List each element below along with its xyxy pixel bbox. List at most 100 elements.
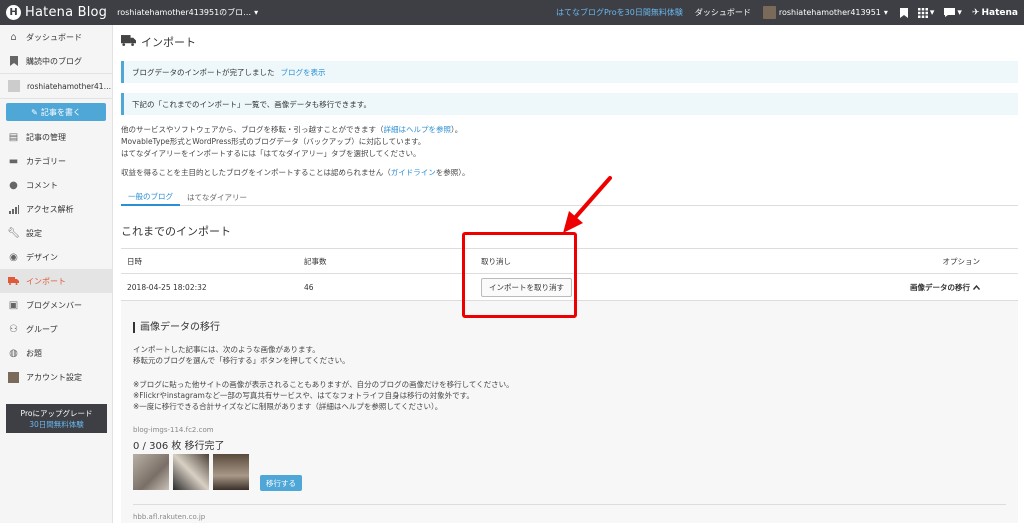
- sidebar-item-dashboard[interactable]: ⌂ ダッシュボード: [0, 25, 112, 49]
- hatena-blog-logo[interactable]: H Hatena Blog: [6, 5, 107, 20]
- revenue-text: 収益を得ることを主目的としたブログをインポートすることは認められません（: [121, 168, 391, 177]
- hatena-label: Hatena: [981, 7, 1019, 18]
- migration-note: ※ブログに貼った他サイトの画像が表示されることもありますが、自分のブログの画像だ…: [133, 380, 514, 389]
- migrate-button[interactable]: 移行する: [260, 475, 302, 491]
- sidebar-blog-selector[interactable]: roshiatehamother41…: [0, 73, 112, 99]
- chevron-up-icon: [972, 283, 981, 292]
- dashboard-link[interactable]: ダッシュボード: [695, 7, 751, 18]
- write-article-label: 記事を書く: [40, 107, 81, 117]
- pro-upgrade-button[interactable]: Proにアップグレード 30日間無料体験: [6, 404, 107, 433]
- sidebar: ⌂ ダッシュボード 購読中のブログ roshiatehamother41… ✎ …: [0, 25, 113, 523]
- sidebar-item-label: アクセス解析: [26, 204, 74, 214]
- sidebar-item-label: 購読中のブログ: [26, 56, 82, 66]
- migration-note: ※Flickrやinstagramなど一部の写真共有サービスや、はてなフォトライ…: [133, 391, 474, 400]
- sidebar-item-import[interactable]: インポート: [0, 269, 112, 293]
- image-migration-label: 画像データの移行: [910, 282, 970, 292]
- user-name: roshiatehamother413951: [778, 8, 881, 17]
- hatena-bird-icon: ✈: [971, 7, 980, 18]
- sidebar-item-label: インポート: [26, 276, 66, 286]
- migration-desc: 移転元のブログを選んで「移行する」ボタンを押してください。: [133, 356, 350, 365]
- upgrade-title: Proにアップグレード: [20, 409, 93, 418]
- notice-text: ブログデータのインポートが完了しました: [132, 67, 275, 77]
- sidebar-item-label: 設定: [26, 228, 42, 238]
- sidebar-item-label: カテゴリー: [26, 156, 66, 166]
- intro-line: はてなダイアリーをインポートするには「はてなダイアリー」タブを選択してください。: [121, 149, 421, 158]
- sidebar-item-label: デザイン: [26, 252, 58, 262]
- bookmark-icon: [8, 56, 19, 67]
- sidebar-item-comment[interactable]: ● コメント: [0, 173, 112, 197]
- header-option: オプション: [942, 256, 981, 266]
- sidebar-item-subscriptions[interactable]: 購読中のブログ: [0, 49, 112, 73]
- image-migration-notice: 下記の「これまでのインポート」一覧で、画像データも移行できます。: [121, 93, 1018, 115]
- user-menu[interactable]: roshiatehamother413951 ▾: [762, 6, 888, 19]
- tab-hatena-diary[interactable]: はてなダイアリー: [180, 188, 254, 206]
- image-migration-panel: 画像データの移行 インポートした記事には、次のような画像があります。 移転元のブ…: [121, 301, 1018, 523]
- image-thumbnail: [213, 454, 249, 490]
- sidebar-item-label: 記事の管理: [26, 132, 66, 142]
- header-count: 記事数: [304, 256, 327, 266]
- sidebar-item-label: ダッシュボード: [26, 32, 82, 42]
- row-count: 46: [304, 282, 314, 292]
- sidebar-item-label: お題: [26, 348, 42, 358]
- chart-icon: [8, 204, 19, 215]
- page-title: インポート: [121, 34, 196, 50]
- folder-icon: ▬: [8, 155, 19, 167]
- sidebar-item-label: アカウント設定: [26, 372, 82, 382]
- import-complete-notice: ブログデータのインポートが完了しました ブログを表示: [121, 61, 1018, 83]
- account-icon: [8, 371, 19, 383]
- row-date: 2018-04-25 18:02:32: [127, 282, 207, 292]
- comment-icon: ●: [9, 179, 18, 191]
- caret-down-icon: ▾: [254, 8, 259, 17]
- notice-text: 下記の「これまでのインポート」一覧で、画像データも移行できます。: [132, 99, 371, 109]
- sidebar-item-topic[interactable]: ◍ お題: [0, 341, 112, 365]
- document-icon: ▤: [8, 131, 19, 143]
- section-title: これまでのインポート: [121, 225, 231, 238]
- intro-line-end: ）。: [451, 125, 463, 134]
- guideline-link[interactable]: ガイドライン: [391, 168, 436, 177]
- revenue-text-end: を参照）。: [435, 168, 470, 177]
- sidebar-item-analytics[interactable]: アクセス解析: [0, 197, 112, 221]
- write-article-button[interactable]: ✎ 記事を書く: [6, 103, 106, 121]
- top-bar: H Hatena Blog roshiatehamother413951のブロ……: [0, 0, 1024, 25]
- sidebar-item-label: グループ: [26, 324, 58, 334]
- image-source-host: blog-imgs-114.fc2.com: [133, 426, 214, 434]
- notification-icon[interactable]: ▾: [944, 8, 962, 18]
- avatar: [762, 6, 776, 19]
- main-content: インポート ブログデータのインポートが完了しました ブログを表示 下記の「これま…: [113, 25, 1024, 523]
- migration-desc: インポートした記事には、次のような画像があります。: [133, 345, 320, 354]
- hatena-menu[interactable]: ✈ Hatena: [972, 8, 1018, 18]
- sidebar-item-design[interactable]: ◉ デザイン: [0, 245, 112, 269]
- option-cell: 画像データの移行: [910, 274, 981, 300]
- sidebar-blog-name: roshiatehamother41…: [27, 81, 112, 91]
- truck-icon: [8, 276, 19, 287]
- page-title-text: インポート: [141, 36, 196, 49]
- grid-menu-icon[interactable]: ▾: [917, 7, 934, 18]
- wrench-icon: 🔧︎: [7, 227, 20, 239]
- image-thumbnail: [173, 454, 209, 490]
- view-blog-link[interactable]: ブログを表示: [281, 67, 326, 78]
- image-thumbnail: [133, 454, 169, 490]
- pro-trial-link[interactable]: はてなブログProを30日間無料体験: [556, 7, 683, 18]
- migration-note: ※一度に移行できる合計サイズなどに制限があります（詳細はヘルプを参照してください…: [133, 402, 443, 411]
- sidebar-item-members[interactable]: ▣ ブログメンバー: [0, 293, 112, 317]
- cancel-column-highlight: [462, 232, 577, 318]
- sidebar-item-account[interactable]: アカウント設定: [0, 365, 112, 389]
- blog-thumb-icon: [8, 80, 20, 92]
- revenue-notice: 収益を得ることを主目的としたブログをインポートすることは認められません（ガイドラ…: [121, 167, 470, 179]
- sidebar-item-settings[interactable]: 🔧︎ 設定: [0, 221, 112, 245]
- topic-icon: ◍: [9, 347, 18, 359]
- header-date: 日時: [127, 256, 142, 266]
- bookmark-icon[interactable]: [899, 7, 908, 18]
- truck-icon: [121, 35, 136, 49]
- sidebar-item-articles[interactable]: ▤ 記事の管理: [0, 125, 112, 149]
- logo-text: Hatena Blog: [25, 5, 108, 20]
- tab-general-blog[interactable]: 一般のブログ: [121, 188, 180, 206]
- sidebar-item-group[interactable]: ⚇ グループ: [0, 317, 112, 341]
- sidebar-item-category[interactable]: ▬ カテゴリー: [0, 149, 112, 173]
- migration-progress: 0 / 306 枚 移行完了: [133, 441, 225, 452]
- image-migration-toggle[interactable]: 画像データの移行: [910, 282, 981, 293]
- help-link[interactable]: 詳細はヘルプを参照: [384, 125, 452, 134]
- upgrade-subtitle: 30日間無料体験: [29, 420, 84, 429]
- image-source-host: hbb.afl.rakuten.co.jp: [133, 513, 206, 521]
- blog-switcher[interactable]: roshiatehamother413951のブロ… ▾: [117, 7, 258, 18]
